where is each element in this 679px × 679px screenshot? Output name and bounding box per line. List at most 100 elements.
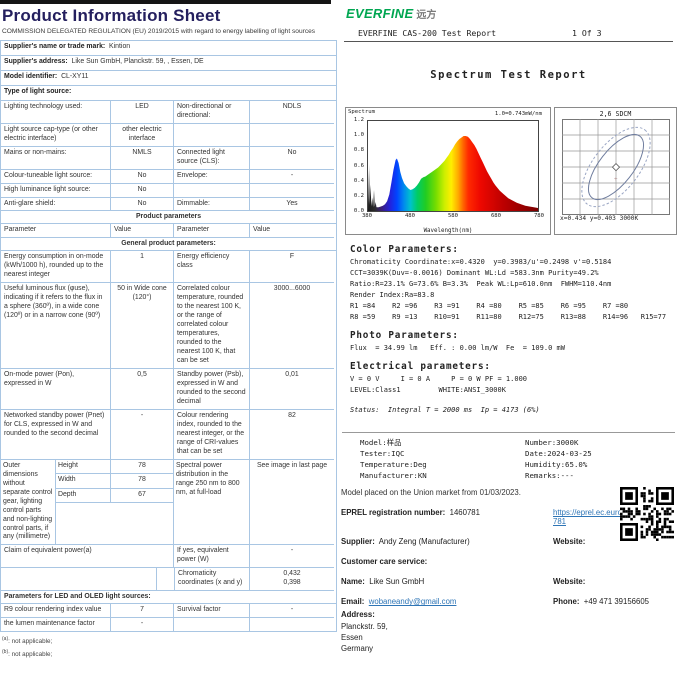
electrical-line: LEVEL:Class1 WHITE:ANSI_3000K xyxy=(350,386,679,394)
eprel-number: 1460781 xyxy=(450,508,480,517)
type-of-light-source-row: Type of light source: xyxy=(1,86,336,101)
cell-value: LED xyxy=(111,101,174,124)
color-param-line: CCT=3039K(Duv=-0.0016) Dominant WL:Ld =5… xyxy=(350,269,679,277)
care-email-row: Email: wobaneandy@gmail.com Phone: +49 4… xyxy=(341,597,679,606)
cell-value: See image in last page xyxy=(250,460,334,546)
website-label: Website: xyxy=(553,577,585,586)
footnote-b-text: : not applicable; xyxy=(8,651,52,658)
cell-label: Dimmable: xyxy=(174,198,250,212)
cell-label xyxy=(174,184,250,198)
page-title: Product Information Sheet xyxy=(0,4,338,27)
temperature-field: Temperature:Deg xyxy=(360,459,525,470)
remarks-field: Remarks:--- xyxy=(525,470,679,481)
empty-cell xyxy=(1,568,174,591)
sample-info-block: Model:样品 Number:3000K Tester:IQC Date:20… xyxy=(360,437,679,481)
dimension-width-label: Width xyxy=(56,474,111,488)
x-tick: 780 xyxy=(529,213,549,219)
footnotes: (a): not applicable; (b): not applicable… xyxy=(0,632,338,664)
column-header: Parameter xyxy=(174,224,250,238)
dimension-depth-label: Depth xyxy=(56,489,111,503)
cell-label: Energy efficiency class xyxy=(174,251,250,283)
manufacturer-field: Manufacturer:KN xyxy=(360,470,525,481)
dimension-width-value: 78 xyxy=(111,474,174,488)
type-label: Type of light source: xyxy=(4,88,71,95)
page-number: 1 Of 3 xyxy=(572,28,602,38)
table-row: R9 colour rendering index value 7 Surviv… xyxy=(1,604,336,618)
cell-label: R9 colour rendering index value xyxy=(1,604,111,618)
eprel-label-value: EPREL registration number: 1460781 xyxy=(341,508,553,526)
table-row: Mains or non-mains: NMLS Connected light… xyxy=(1,147,336,170)
regulation-text: COMMISSION DELEGATED REGULATION (EU) 201… xyxy=(0,27,338,40)
cell-value xyxy=(250,618,334,631)
cell-value: No xyxy=(111,170,174,184)
report-header: EVERFINE CAS-200 Test Report 1 Of 3 xyxy=(344,28,673,42)
customer-care-heading: Customer care service: xyxy=(341,557,427,566)
cell-value: - xyxy=(250,545,334,568)
customer-care-heading-row: Customer care service: xyxy=(341,557,679,566)
cell-value xyxy=(250,124,334,147)
name-value: Like Sun GmbH xyxy=(369,577,424,586)
everfine-test-report: EVERFINE 远方 EVERFINE CAS-200 Test Report… xyxy=(338,0,679,679)
footnote-b: (b): not applicable; xyxy=(2,648,336,661)
x-tick: 480 xyxy=(400,213,420,219)
column-header: Parameter xyxy=(1,224,111,238)
y-tick: 0.2 xyxy=(348,193,364,199)
electrical-line: V = 0 V I = 0 A P = 0 W PF = 1.000 xyxy=(350,375,679,383)
model-identifier-row: Model identifier: CL-XY11 xyxy=(1,71,336,86)
cell-value: 1 xyxy=(111,251,174,283)
sdcm-chart: 2,6 SDCM + xyxy=(554,107,677,235)
table-row: Anti-glare shield: No Dimmable: Yes xyxy=(1,198,336,212)
cell-label: Standby power (Psb), expressed in W and … xyxy=(174,369,250,410)
email-link[interactable]: wobaneandy@gmail.com xyxy=(369,597,457,606)
cri-values-line: R1 =84 R2 =96 R3 =91 R4 =80 R5 =85 R6 =9… xyxy=(350,302,679,310)
model-field: Model:样品 xyxy=(360,437,525,448)
empty-cell xyxy=(56,503,174,545)
table-row: Lighting technology used: LED Non-direct… xyxy=(1,101,336,124)
cell-label: Colour rendering index, rounded to the n… xyxy=(174,410,250,460)
care-website-wrap: Website: xyxy=(553,577,679,586)
table-row: Useful luminous flux (φuse), indicating … xyxy=(1,283,336,369)
color-param-line: Ratio:R=23.1% G=73.6% B=3.3% Peak WL:Lp=… xyxy=(350,280,679,288)
x-tick: 680 xyxy=(486,213,506,219)
supplier-address-value: Like Sun GmbH, Planckstr. 59, , Essen, D… xyxy=(72,58,204,65)
chromaticity-point-marker xyxy=(612,164,619,171)
cell-value: No xyxy=(250,147,334,170)
name-label: Name: xyxy=(341,577,365,586)
cell-label: High luminance light source: xyxy=(1,184,111,198)
cell-label: Networked standby power (Pnet) for CLS, … xyxy=(1,410,111,460)
everfine-logo-chinese: 远方 xyxy=(416,6,436,21)
cell-label xyxy=(174,618,250,631)
y-tick: 1.0 xyxy=(348,132,364,138)
cell-label: Non-directional or directional: xyxy=(174,101,250,124)
cell-value: - xyxy=(111,618,174,631)
care-phone-wrap: Phone: +49 471 39156605 xyxy=(553,597,679,606)
electrical-parameters-heading: Electrical parameters: xyxy=(350,361,679,372)
table-header-row: Parameter Value Parameter Value xyxy=(1,224,336,238)
cell-value: - xyxy=(250,170,334,184)
svg-text:+: + xyxy=(614,177,618,183)
spectrum-scale-note: 1.0=0.743mW/nm xyxy=(495,111,542,117)
dimension-height-label: Height xyxy=(56,460,111,474)
chromaticity-y: 0,398 xyxy=(253,579,331,588)
sdcm-grid: + xyxy=(562,119,670,215)
tester-field: Tester:IQC xyxy=(360,448,525,459)
section-header-led-oled: Parameters for LED and OLED light source… xyxy=(1,591,336,604)
cell-label: Connected light source (CLS): xyxy=(174,147,250,170)
cell-label: Envelope: xyxy=(174,170,250,184)
cell-label: If yes, equivalent power (W) xyxy=(174,545,250,568)
footnote-a-text: : not applicable; xyxy=(8,638,52,645)
cell-value: No xyxy=(111,184,174,198)
supplier-label-value: Supplier: Andy Zeng (Manufacturer) xyxy=(341,537,553,546)
cell-value: NDLS xyxy=(250,101,334,124)
product-info-table: Supplier's name or trade mark: Kintion S… xyxy=(0,40,337,632)
cell-value: Yes xyxy=(250,198,334,212)
eprel-label: EPREL registration number: xyxy=(341,508,445,517)
email-label: Email: xyxy=(341,597,364,606)
divider xyxy=(156,568,157,590)
spectrum-plot xyxy=(367,120,539,212)
y-tick: 0.8 xyxy=(348,147,364,153)
cell-value: other electric interface xyxy=(111,124,174,147)
photo-parameters-heading: Photo Parameters: xyxy=(350,330,679,341)
supplier-name-row: Supplier's name or trade mark: Kintion xyxy=(1,41,336,56)
cell-value: 82 xyxy=(250,410,334,460)
